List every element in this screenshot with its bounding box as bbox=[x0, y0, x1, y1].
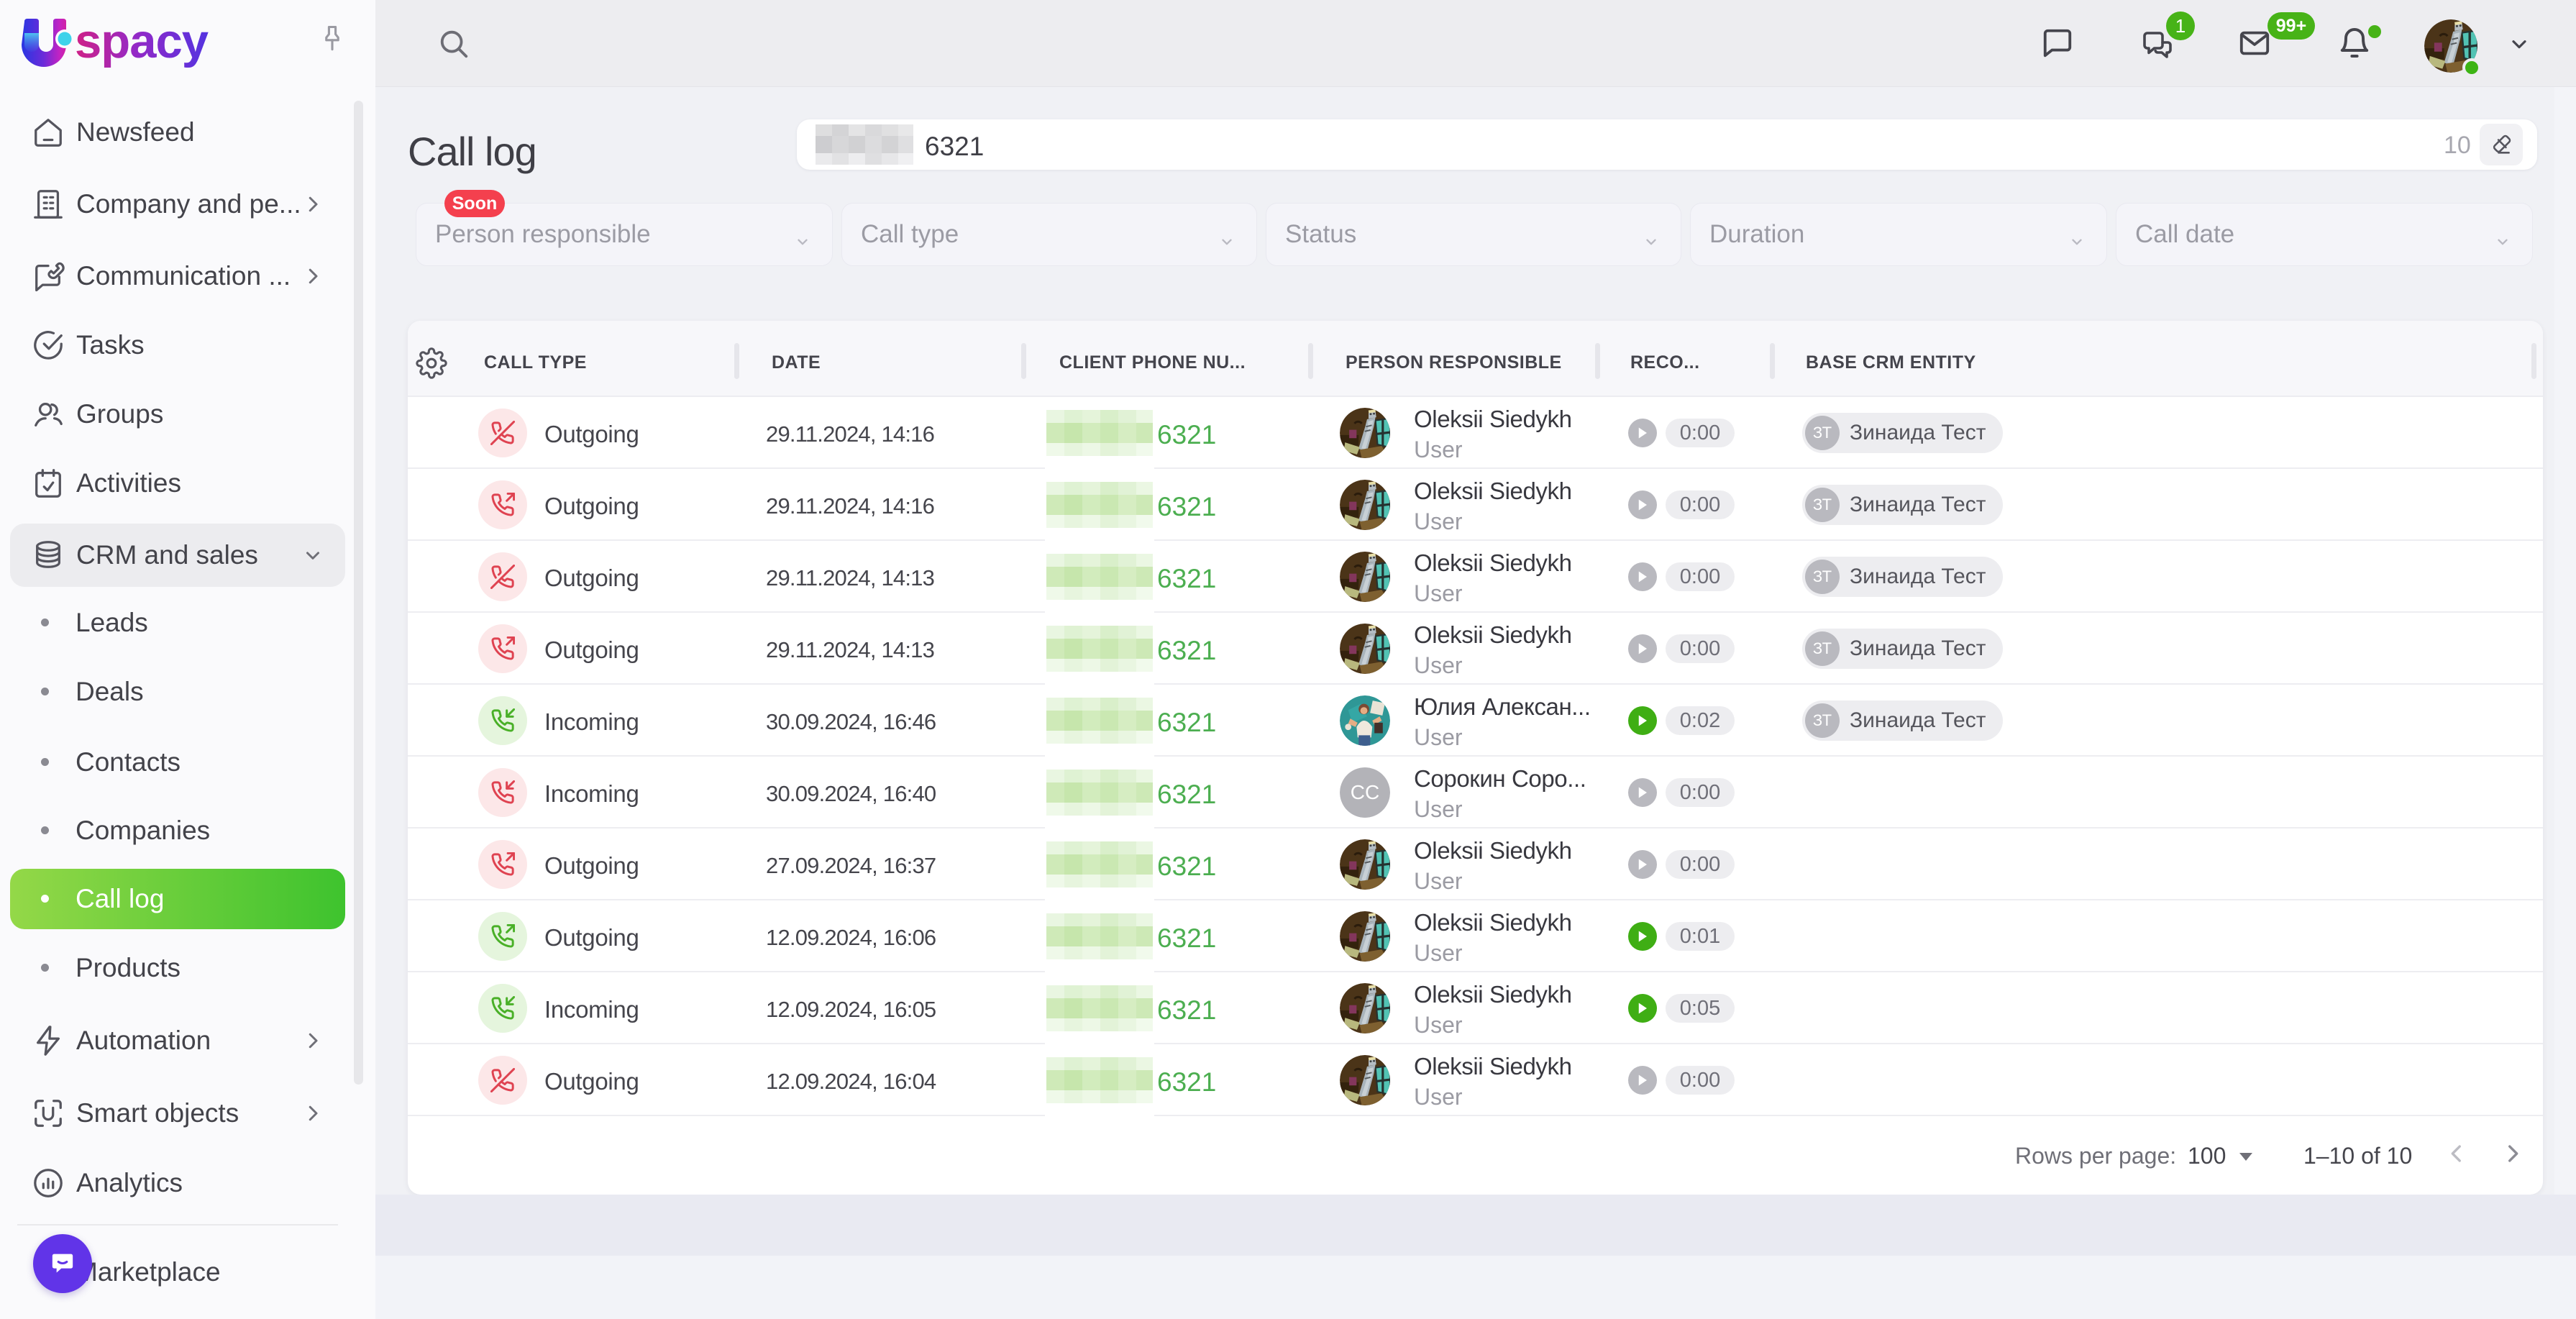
svg-text:spacy: spacy bbox=[75, 14, 209, 68]
